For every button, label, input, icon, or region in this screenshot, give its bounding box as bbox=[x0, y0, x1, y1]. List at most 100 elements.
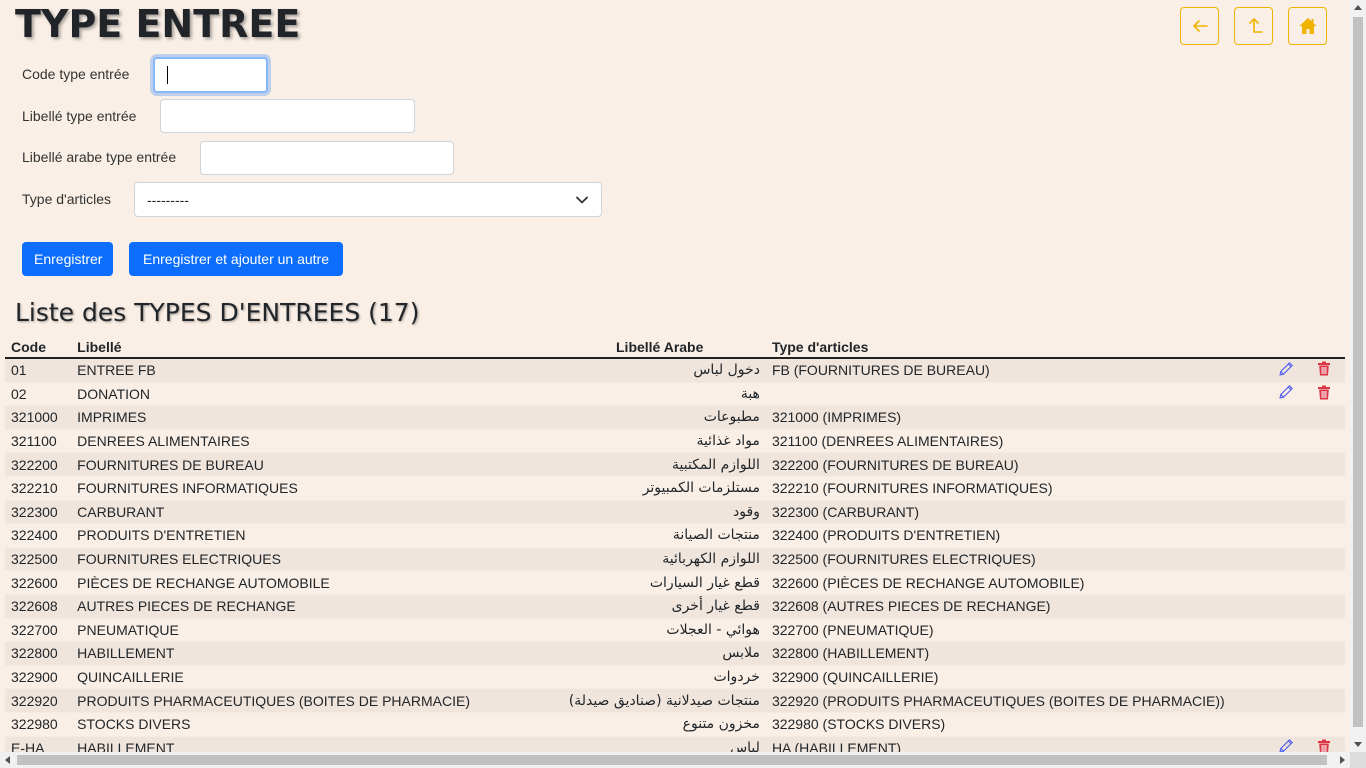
scrollbar-corner bbox=[1350, 752, 1366, 768]
cell-delete bbox=[1303, 665, 1345, 690]
cell-delete bbox=[1303, 712, 1345, 737]
table-row: 02 DONATION هبة bbox=[5, 382, 1345, 407]
table-header-row: Code Libellé Libellé Arabe Type d'articl… bbox=[5, 337, 1345, 359]
cell-type-articles: 322608 (AUTRES PIECES DE RECHANGE) bbox=[765, 594, 1270, 619]
save-and-add-button[interactable]: Enregistrer et ajouter un autre bbox=[129, 242, 343, 276]
cell-libelle-arabe: هبة bbox=[476, 382, 766, 407]
scroll-left-arrow-icon[interactable] bbox=[5, 756, 10, 764]
table-row: 322200 FOURNITURES DE BUREAU اللوازم المكت… bbox=[5, 452, 1345, 477]
table-row: 322600 PIÈCES DE RECHANGE AUTOMOBILE قطع غ… bbox=[5, 570, 1345, 595]
cell-type-articles: 322500 (FOURNITURES ELECTRIQUES) bbox=[765, 547, 1270, 572]
cell-libelle-arabe: مستلزمات الكمبيوتر bbox=[476, 476, 766, 501]
cell-libelle: ENTREE FB bbox=[71, 358, 476, 383]
back-arrow-icon bbox=[1192, 20, 1208, 32]
table-row: 322500 FOURNITURES ELECTRIQUES اللوازم الك… bbox=[5, 547, 1345, 572]
table-row: 01 ENTREE FB دخول لباس FB (FOURNITURES DE B… bbox=[5, 358, 1345, 383]
save-button[interactable]: Enregistrer bbox=[22, 242, 113, 276]
cell-edit bbox=[1269, 665, 1304, 690]
scroll-up-arrow-icon[interactable] bbox=[1354, 5, 1362, 10]
cell-libelle: QUINCAILLERIE bbox=[71, 665, 476, 690]
cell-libelle: IMPRIMES bbox=[71, 405, 476, 430]
vertical-scroll-thumb[interactable] bbox=[1353, 17, 1363, 727]
cell-libelle-arabe: وقود bbox=[476, 500, 766, 525]
scroll-right-arrow-icon[interactable] bbox=[1340, 756, 1345, 764]
col-header-delete bbox=[1303, 337, 1345, 359]
cell-type-articles: 322300 (CARBURANT) bbox=[765, 500, 1270, 525]
cell-edit bbox=[1269, 452, 1304, 477]
cell-type-articles: 322700 (PNEUMATIQUE) bbox=[765, 618, 1270, 643]
cell-libelle-arabe: منتجات صيدلانية (صناديق صيدلة) bbox=[476, 688, 766, 713]
cell-code: 322608 bbox=[5, 594, 72, 619]
cell-delete bbox=[1303, 547, 1345, 572]
cell-edit bbox=[1269, 429, 1304, 454]
cell-edit bbox=[1269, 618, 1304, 643]
cell-type-articles: 322800 (HABILLEMENT) bbox=[765, 641, 1270, 666]
cell-code: 322400 bbox=[5, 523, 72, 548]
libelle-input[interactable] bbox=[160, 99, 415, 133]
cell-delete bbox=[1303, 618, 1345, 643]
pencil-icon[interactable] bbox=[1278, 384, 1294, 403]
type-articles-row: Type d'articles bbox=[22, 191, 111, 207]
table-body: 01 ENTREE FB دخول لباس FB (FOURNITURES DE B… bbox=[5, 358, 1345, 752]
cell-edit bbox=[1269, 736, 1304, 752]
cell-code: 321000 bbox=[5, 405, 72, 430]
cell-libelle-arabe: مخزون متنوع bbox=[476, 712, 766, 737]
vertical-scrollbar[interactable] bbox=[1350, 0, 1366, 752]
cell-edit bbox=[1269, 641, 1304, 666]
libelle-arabe-input[interactable] bbox=[200, 141, 454, 175]
col-header-libelle-arabe: Libellé Arabe bbox=[476, 337, 766, 359]
libelle-label: Libellé type entrée bbox=[22, 108, 137, 124]
scroll-down-arrow-icon[interactable] bbox=[1354, 742, 1362, 747]
col-header-type-articles: Type d'articles bbox=[765, 337, 1270, 359]
back-button[interactable] bbox=[1180, 7, 1219, 45]
cell-delete bbox=[1303, 523, 1345, 548]
cell-delete bbox=[1303, 641, 1345, 666]
cell-type-articles: 322600 (PIÈCES DE RECHANGE AUTOMOBILE) bbox=[765, 570, 1270, 595]
list-title: Liste des TYPES D'ENTREES (17) bbox=[15, 298, 420, 327]
cell-libelle: FOURNITURES ELECTRIQUES bbox=[71, 547, 476, 572]
table-row: 322920 PRODUITS PHARMACEUTIQUES (BOITES D… bbox=[5, 688, 1345, 713]
pencil-icon[interactable] bbox=[1278, 738, 1294, 752]
up-button[interactable] bbox=[1234, 7, 1273, 45]
trash-icon[interactable] bbox=[1317, 385, 1331, 403]
cell-code: 01 bbox=[5, 358, 72, 383]
type-articles-selected: --------- bbox=[147, 191, 189, 208]
cell-edit bbox=[1269, 476, 1304, 501]
trash-icon[interactable] bbox=[1317, 739, 1331, 752]
cell-libelle-arabe: قطع غيار أخرى bbox=[476, 594, 766, 619]
cell-code: 322210 bbox=[5, 476, 72, 501]
cell-libelle: CARBURANT bbox=[71, 500, 476, 525]
home-button[interactable] bbox=[1288, 7, 1327, 45]
trash-icon[interactable] bbox=[1317, 361, 1331, 379]
cell-type-articles: 322900 (QUINCAILLERIE) bbox=[765, 665, 1270, 690]
text-caret bbox=[167, 66, 168, 84]
horizontal-scroll-thumb[interactable] bbox=[17, 755, 1327, 765]
cell-type-articles: 322980 (STOCKS DIVERS) bbox=[765, 712, 1270, 737]
home-icon bbox=[1299, 18, 1316, 34]
pencil-icon[interactable] bbox=[1278, 361, 1294, 380]
cell-delete bbox=[1303, 570, 1345, 595]
cell-libelle: PIÈCES DE RECHANGE AUTOMOBILE bbox=[71, 570, 476, 595]
chevron-down-icon bbox=[576, 196, 588, 204]
types-table: Code Libellé Libellé Arabe Type d'articl… bbox=[5, 337, 1345, 752]
cell-libelle: FOURNITURES INFORMATIQUES bbox=[71, 476, 476, 501]
code-input[interactable] bbox=[153, 57, 268, 93]
libelle-arabe-label: Libellé arabe type entrée bbox=[22, 149, 177, 165]
cell-code: 322920 bbox=[5, 688, 72, 713]
libelle-arabe-row: Libellé arabe type entrée bbox=[22, 149, 176, 165]
cell-type-articles: HA (HABILLEMENT) bbox=[765, 736, 1270, 752]
cell-edit bbox=[1269, 594, 1304, 619]
cell-libelle-arabe: مواد غذائية bbox=[476, 429, 766, 454]
nav-buttons bbox=[1180, 7, 1327, 45]
cell-libelle-arabe: مطبوعات bbox=[476, 405, 766, 430]
table-row: 322608 AUTRES PIECES DE RECHANGE قطع غيار … bbox=[5, 594, 1345, 619]
type-articles-select[interactable]: --------- bbox=[134, 182, 602, 217]
cell-edit bbox=[1269, 405, 1304, 430]
horizontal-scrollbar[interactable] bbox=[0, 752, 1350, 768]
col-header-code: Code bbox=[5, 337, 72, 359]
cell-libelle-arabe: هوائي - العجلات bbox=[476, 618, 766, 643]
cell-code: 322800 bbox=[5, 641, 72, 666]
cell-code: 322200 bbox=[5, 452, 72, 477]
table-row: 321100 DENREES ALIMENTAIRES مواد غذائية 321… bbox=[5, 429, 1345, 454]
cell-delete bbox=[1303, 382, 1345, 407]
